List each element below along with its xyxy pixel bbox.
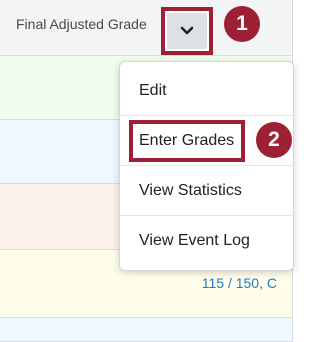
grade-cell	[0, 318, 292, 342]
menu-item-view-event-log[interactable]: View Event Log	[120, 216, 293, 266]
enter-grades-highlight	[129, 120, 245, 162]
step-badge-2: 2	[256, 122, 292, 158]
menu-item-view-statistics[interactable]: View Statistics	[120, 166, 293, 216]
context-menu: Edit Enter Grades View Statistics View E…	[119, 61, 294, 271]
grade-value-link[interactable]: 115 / 150, C	[202, 275, 277, 291]
column-options-button-face[interactable]	[167, 13, 207, 49]
chevron-down-icon	[180, 26, 194, 35]
menu-item-edit[interactable]: Edit	[120, 66, 293, 116]
menu-item-label: View Event Log	[139, 232, 250, 249]
step-badge-1: 1	[224, 6, 260, 42]
column-header-title: Final Adjusted Grade	[16, 16, 147, 32]
column-options-button[interactable]	[161, 7, 213, 55]
menu-item-label: Edit	[139, 82, 167, 99]
menu-item-label: View Statistics	[139, 182, 242, 199]
